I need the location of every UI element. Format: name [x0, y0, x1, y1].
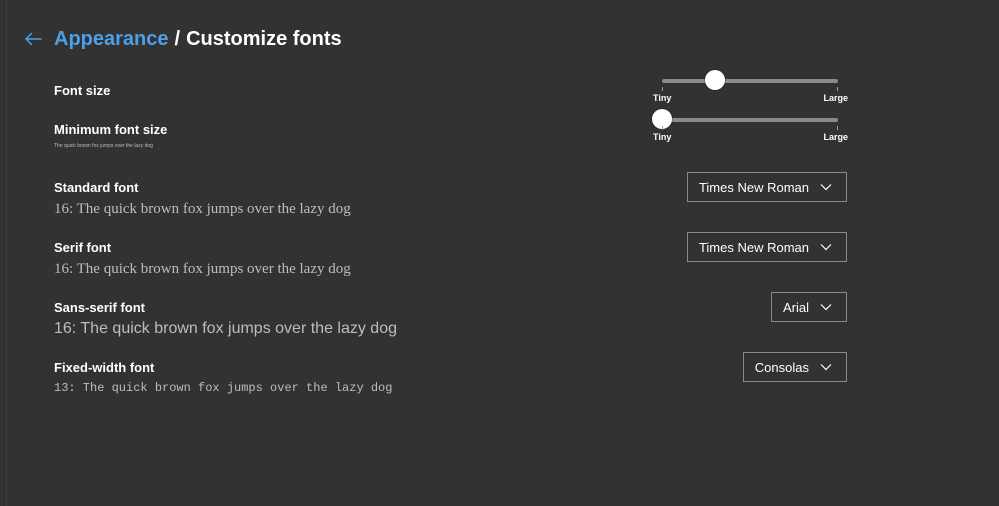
slider-min-label: Tiny: [653, 93, 672, 103]
font-size-slider-thumb[interactable]: [704, 70, 725, 90]
fixed-width-font-sample: 13: The quick brown fox jumps over the l…: [54, 381, 393, 395]
minimum-font-size-sample: The quick brown fox jumps over the lazy …: [54, 143, 153, 149]
standard-font-dropdown[interactable]: Times New Roman: [686, 172, 847, 202]
fixed-width-font-dropdown[interactable]: Consolas: [742, 352, 847, 382]
sans-serif-font-dropdown[interactable]: Arial: [770, 292, 847, 322]
serif-font-dropdown[interactable]: Times New Roman: [686, 232, 847, 262]
chevron-down-icon: [820, 243, 832, 251]
breadcrumb: Appearance / Customize fonts: [22, 26, 342, 52]
font-size-slider[interactable]: Tiny Large: [650, 69, 850, 113]
serif-font-value: Times New Roman: [698, 239, 809, 255]
arrow-left-icon: [25, 32, 42, 46]
serif-font-label: Serif font: [54, 240, 112, 255]
chevron-down-icon: [820, 183, 832, 191]
slider-tick-large: [837, 126, 838, 130]
serif-font-sample: 16: The quick brown fox jumps over the l…: [54, 261, 351, 277]
standard-font-sample: 16: The quick brown fox jumps over the l…: [54, 201, 351, 217]
left-divider: [6, 0, 7, 506]
slider-max-label: Large: [823, 93, 848, 103]
back-button[interactable]: [22, 28, 44, 50]
slider-tick-tiny: [662, 126, 663, 130]
fixed-width-font-value: Consolas: [754, 359, 809, 375]
chevron-down-icon: [820, 363, 832, 371]
font-size-slider-track[interactable]: [662, 79, 838, 83]
standard-font-value: Times New Roman: [698, 179, 809, 195]
minimum-font-size-label: Minimum font size: [54, 122, 168, 137]
minimum-font-size-slider-track[interactable]: [662, 118, 838, 122]
standard-font-label: Standard font: [54, 180, 139, 195]
page-title: Customize fonts: [186, 27, 342, 50]
slider-tick-large: [837, 87, 838, 91]
minimum-font-size-slider[interactable]: Tiny Large: [650, 108, 850, 152]
font-size-label: Font size: [54, 83, 111, 98]
customize-fonts-page: Appearance / Customize fonts Font size T…: [0, 0, 999, 506]
breadcrumb-appearance-link[interactable]: Appearance: [54, 28, 169, 51]
chevron-down-icon: [820, 303, 832, 311]
slider-min-label: Tiny: [653, 132, 672, 142]
fixed-width-font-label: Fixed-width font: [54, 360, 155, 375]
sans-serif-font-label: Sans-serif font: [54, 300, 146, 315]
sans-serif-font-value: Arial: [782, 299, 809, 315]
slider-max-label: Large: [823, 132, 848, 142]
breadcrumb-separator: /: [174, 27, 181, 50]
sans-serif-font-sample: 16: The quick brown fox jumps over the l…: [54, 320, 397, 337]
slider-tick-tiny: [662, 87, 663, 91]
